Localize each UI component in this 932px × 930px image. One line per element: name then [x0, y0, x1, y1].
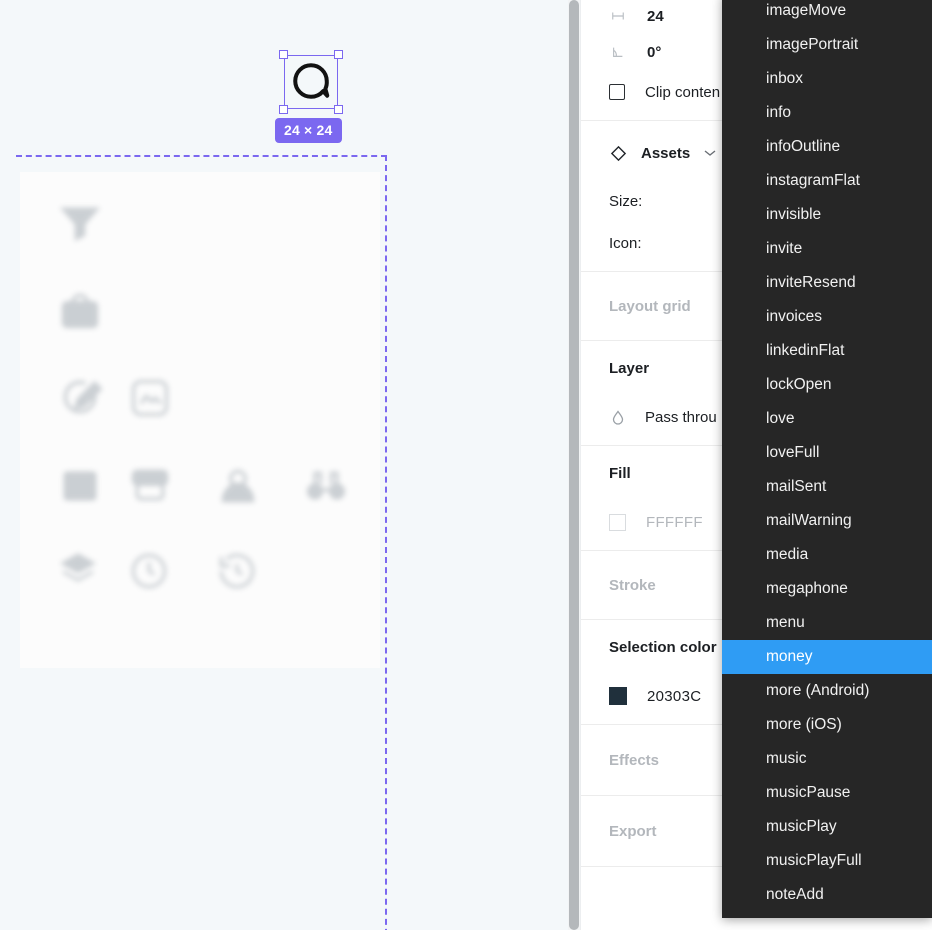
- dropdown-item[interactable]: noteAdd: [722, 878, 932, 912]
- clip-content-label: Clip conten: [645, 83, 721, 101]
- layers-icon: [58, 550, 98, 595]
- dropdown-item[interactable]: instagramFlat: [722, 164, 932, 198]
- width-value: 24: [647, 7, 664, 25]
- selected-element[interactable]: [279, 50, 343, 114]
- diamond-icon: [609, 145, 627, 162]
- dropdown-item[interactable]: musicPlayFull: [722, 844, 932, 878]
- dropdown-item[interactable]: music: [722, 742, 932, 776]
- scrollbar-thumb[interactable]: [569, 0, 579, 930]
- effects-title: Effects: [609, 751, 660, 769]
- dropdown-item[interactable]: loveFull: [722, 436, 932, 470]
- layer-title: Layer: [609, 359, 650, 377]
- dropdown-item[interactable]: lockOpen: [722, 368, 932, 402]
- layout-grid-title: Layout grid: [609, 297, 691, 315]
- angle-icon: [609, 45, 627, 59]
- fill-hex-value: FFFFFF: [646, 513, 703, 531]
- canvas-left-mask: [0, 170, 20, 930]
- icon-select-dropdown[interactable]: imageMove imagePortrait inbox info infoOutli…: [722, 0, 932, 918]
- archive-icon: [128, 464, 172, 513]
- dropdown-item[interactable]: invisible: [722, 198, 932, 232]
- dropdown-item[interactable]: musicPlay: [722, 810, 932, 844]
- fill-color-swatch[interactable]: [609, 513, 626, 531]
- chevron-down-icon[interactable]: [704, 146, 716, 160]
- dropdown-item[interactable]: linkedinFlat: [722, 334, 932, 368]
- chat-bubble-icon: [290, 60, 332, 107]
- dropdown-item[interactable]: infoOutline: [722, 130, 932, 164]
- dropdown-item[interactable]: mailWarning: [722, 504, 932, 538]
- dropdown-item[interactable]: inbox: [722, 62, 932, 96]
- dropdown-item[interactable]: more (iOS): [722, 708, 932, 742]
- dropdown-item[interactable]: more (Android): [722, 674, 932, 708]
- dropdown-item[interactable]: media: [722, 538, 932, 572]
- dropdown-item[interactable]: imageMove: [722, 0, 932, 28]
- blend-mode-icon: [609, 409, 627, 425]
- lock-user-icon: [216, 464, 260, 513]
- dropdown-item[interactable]: love: [722, 402, 932, 436]
- selection-color-swatch[interactable]: [609, 687, 627, 705]
- dropdown-item[interactable]: info: [722, 96, 932, 130]
- dropdown-item[interactable]: invoices: [722, 300, 932, 334]
- assets-icon-label: Icon:: [609, 234, 642, 252]
- assets-title: Assets: [641, 144, 691, 162]
- dropdown-item[interactable]: menu: [722, 606, 932, 640]
- clock-icon: [128, 550, 170, 597]
- square-filled-icon: [58, 464, 102, 513]
- export-title: Export: [609, 822, 657, 840]
- dropdown-item[interactable]: megaphone: [722, 572, 932, 606]
- bag-icon: [58, 288, 102, 337]
- rotation-value: 0°: [647, 43, 662, 61]
- selection-color-hex: 20303C: [647, 687, 702, 705]
- resize-handle-top-left[interactable]: [279, 50, 288, 59]
- canvas-vertical-scrollbar[interactable]: [568, 0, 580, 930]
- edit-pencil-icon: [58, 376, 103, 425]
- resize-handle-bottom-left[interactable]: [279, 105, 288, 114]
- size-badge: 24 × 24: [275, 118, 342, 143]
- blend-mode-value: Pass throu: [645, 408, 717, 426]
- dropdown-item[interactable]: imagePortrait: [722, 28, 932, 62]
- stroke-title: Stroke: [609, 576, 656, 594]
- resize-handle-top-right[interactable]: [334, 50, 343, 59]
- resize-handle-bottom-right[interactable]: [334, 105, 343, 114]
- note-image-icon: [128, 376, 172, 425]
- dropdown-item[interactable]: invite: [722, 232, 932, 266]
- width-icon: [609, 9, 627, 23]
- assets-size-label: Size:: [609, 192, 643, 210]
- dropdown-item[interactable]: notificationFill: [722, 912, 932, 918]
- ghost-icon-grid: [20, 172, 380, 668]
- funnel-icon: [58, 200, 102, 249]
- dropdown-item[interactable]: money: [722, 640, 932, 674]
- selection-color-title: Selection color: [609, 638, 717, 656]
- dropdown-item[interactable]: mailSent: [722, 470, 932, 504]
- fill-title: Fill: [609, 464, 631, 482]
- dropdown-item[interactable]: inviteResend: [722, 266, 932, 300]
- history-icon: [216, 550, 258, 597]
- clip-content-checkbox[interactable]: [609, 84, 625, 100]
- dropdown-item[interactable]: musicPause: [722, 776, 932, 810]
- binoculars-icon: [304, 464, 348, 513]
- design-canvas[interactable]: 24 × 24: [0, 0, 568, 930]
